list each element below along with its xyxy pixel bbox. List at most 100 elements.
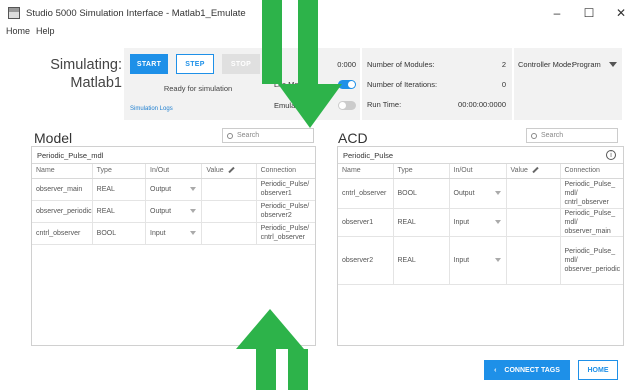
pencil-icon[interactable]: [228, 167, 235, 174]
toggle-knob: [348, 81, 355, 88]
connect-tags-button[interactable]: ‹ CONNECT TAGS: [484, 360, 570, 380]
home-button[interactable]: HOME: [578, 360, 618, 380]
cell-value[interactable]: [506, 178, 561, 209]
window-title: Studio 5000 Simulation Interface - Matla…: [26, 7, 246, 19]
cell-value[interactable]: [201, 178, 257, 201]
close-icon[interactable]: ✕: [605, 0, 637, 26]
cell-type: REAL: [393, 208, 450, 237]
inout-value: Input: [453, 218, 470, 226]
chevron-down-icon[interactable]: [190, 209, 197, 213]
cell-name: cntrl_observer: [338, 178, 394, 209]
arrow-down-icon: [262, 0, 342, 128]
status-text: Ready for simulation: [163, 84, 233, 93]
column-header: Value: [201, 164, 257, 179]
info-icon[interactable]: i: [606, 150, 616, 160]
inout-value: Output: [150, 207, 172, 215]
minimize-icon[interactable]: –: [541, 0, 573, 26]
table-row[interactable]: observer_main REAL Output Periodic_Pulse…: [32, 178, 315, 201]
start-button[interactable]: START: [130, 54, 168, 74]
model-search-placeholder: Search: [237, 132, 260, 139]
model-search-input[interactable]: Search: [222, 128, 314, 143]
table-row[interactable]: observer1 REAL Input Periodic_Pulse_ mdl…: [338, 208, 623, 237]
chevron-down-icon[interactable]: [609, 62, 617, 67]
chevron-down-icon[interactable]: [190, 187, 197, 191]
connect-tags-label: CONNECT TAGS: [504, 366, 560, 374]
acd-subtitle-text: Periodic_Pulse: [343, 150, 394, 160]
chevron-down-icon[interactable]: [494, 191, 501, 195]
inout-value: Input: [150, 229, 166, 237]
acd-title: ACD: [338, 130, 368, 146]
cell-inout[interactable]: Output: [145, 200, 203, 223]
simulation-title: Simulating: Matlab1: [32, 56, 122, 92]
cell-type: REAL: [92, 200, 147, 223]
acd-search-placeholder: Search: [541, 132, 564, 139]
menu-help[interactable]: Help: [36, 26, 55, 36]
stop-button[interactable]: STOP: [222, 54, 260, 74]
step-button[interactable]: STEP: [176, 54, 214, 74]
column-header: Type: [92, 164, 147, 179]
cell-name: observer_periodic: [32, 200, 93, 223]
acd-search-input[interactable]: Search: [526, 128, 618, 143]
cell-connection[interactable]: Periodic_Pulse/ observer2: [256, 200, 315, 223]
cell-inout[interactable]: Input: [145, 222, 203, 245]
cell-value[interactable]: [201, 222, 257, 245]
cell-type: BOOL: [393, 178, 450, 209]
column-header: In/Out: [145, 164, 203, 179]
simulation-title-text: Simulating: Matlab1: [50, 57, 122, 91]
pencil-icon[interactable]: [532, 167, 539, 174]
cell-value[interactable]: [506, 236, 561, 285]
inout-value: Input: [453, 256, 470, 264]
column-header: Name: [32, 164, 93, 179]
search-icon: [531, 132, 537, 139]
cell-name: observer2: [338, 236, 394, 285]
simulation-stats: Number of Modules: 2 Number of Iteration…: [362, 48, 512, 120]
maximize-icon[interactable]: ☐: [573, 0, 605, 26]
chevron-down-icon[interactable]: [494, 220, 501, 224]
cell-name: cntrl_observer: [32, 222, 93, 245]
column-header: Connection: [560, 164, 623, 179]
chevron-left-icon: ‹: [494, 366, 497, 374]
modules-label: Number of Modules:: [367, 60, 435, 69]
table-row[interactable]: cntrl_observer BOOL Output Periodic_Puls…: [338, 178, 623, 209]
window-controls: – ☐ ✕: [541, 0, 637, 26]
cell-type: BOOL: [92, 222, 147, 245]
cell-inout[interactable]: Output: [145, 178, 203, 201]
column-header-label: Value: [510, 167, 528, 175]
menu-home[interactable]: Home: [6, 26, 30, 36]
cell-connection[interactable]: Periodic_Pulse_ mdl/ observer_main: [560, 208, 623, 237]
controller-mode: Controller Mode: Program: [514, 48, 622, 120]
column-header: Connection: [256, 164, 315, 179]
cell-inout[interactable]: Input: [449, 236, 507, 285]
cell-inout[interactable]: Input: [449, 208, 507, 237]
table-header-row: Name Type In/Out Value Connection: [338, 164, 623, 179]
cell-type: REAL: [393, 236, 450, 285]
search-icon: [227, 132, 233, 139]
runtime-label: Run Time:: [367, 100, 402, 109]
cell-connection[interactable]: Periodic_Pulse/ cntrl_observer: [256, 222, 315, 245]
model-table: Name Type In/Out Value Connection observ…: [32, 164, 315, 245]
cell-connection[interactable]: Periodic_Pulse/ observer1: [256, 178, 315, 201]
column-header-label: Value: [206, 167, 224, 175]
column-header: In/Out: [449, 164, 507, 179]
chevron-down-icon[interactable]: [494, 258, 501, 262]
table-header-row: Name Type In/Out Value Connection: [32, 164, 315, 179]
table-row[interactable]: observer2 REAL Input Periodic_Pulse_ mdl…: [338, 236, 623, 285]
controller-mode-label: Controller Mode:: [518, 60, 574, 69]
table-row[interactable]: observer_periodic REAL Output Periodic_P…: [32, 200, 315, 223]
cell-connection[interactable]: Periodic_Pulse_ mdl/ observer_periodic: [560, 236, 623, 285]
simulation-logs-link[interactable]: Simulation Logs: [130, 106, 173, 112]
acd-table: Name Type In/Out Value Connection cntrl_…: [338, 164, 623, 285]
cell-value[interactable]: [506, 208, 561, 237]
inout-value: Output: [150, 185, 172, 193]
cell-name: observer1: [338, 208, 394, 237]
app-icon: [8, 7, 20, 19]
table-row[interactable]: cntrl_observer BOOL Input Periodic_Pulse…: [32, 222, 315, 245]
cell-value[interactable]: [201, 200, 257, 223]
inout-value: Output: [453, 189, 475, 197]
controller-mode-select[interactable]: Program: [572, 60, 601, 69]
cell-connection[interactable]: Periodic_Pulse_ mdl/ cntrl_observer: [560, 178, 623, 209]
chevron-down-icon[interactable]: [190, 231, 197, 235]
model-title: Model: [34, 130, 73, 146]
cell-inout[interactable]: Output: [449, 178, 507, 209]
acd-panel: Periodic_Pulse i Name Type In/Out Value …: [337, 146, 624, 346]
